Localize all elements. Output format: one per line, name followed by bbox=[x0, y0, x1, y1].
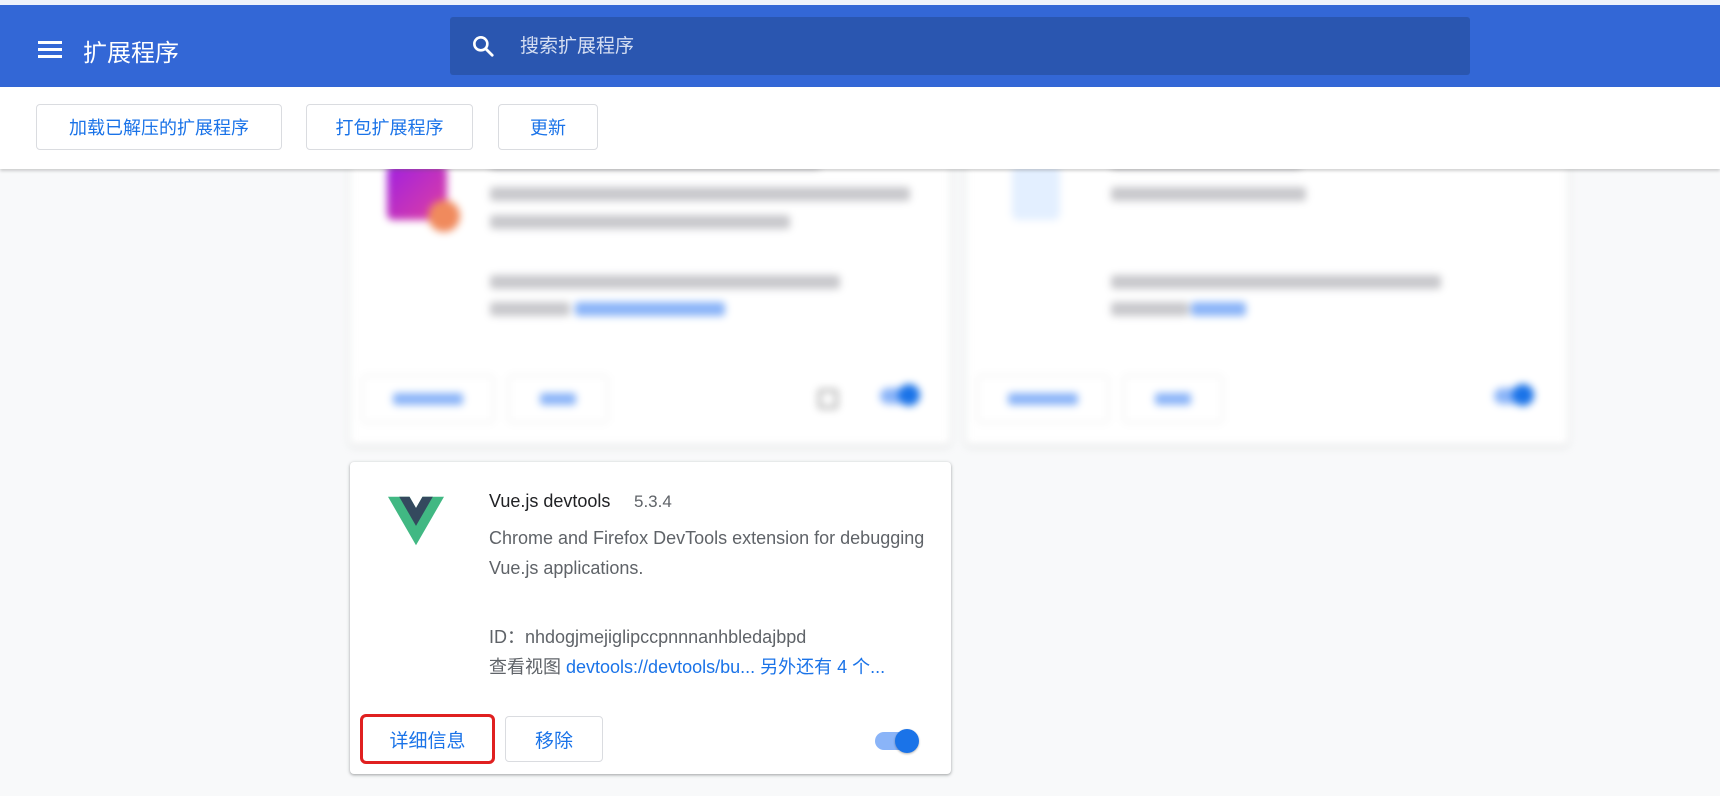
extension-icon bbox=[1012, 165, 1060, 220]
details-button[interactable]: 详细信息 bbox=[360, 714, 495, 764]
extension-id-value: nhdogjmejiglipccpnnnanhbledajbpd bbox=[525, 627, 807, 647]
enable-toggle[interactable] bbox=[875, 729, 919, 753]
toggle-knob bbox=[895, 729, 919, 753]
extension-card-blurred bbox=[350, 155, 950, 445]
vue-logo-icon bbox=[388, 496, 444, 546]
load-unpacked-button[interactable]: 加载已解压的扩展程序 bbox=[36, 104, 282, 150]
remove-button[interactable]: 移除 bbox=[505, 716, 603, 762]
update-button[interactable]: 更新 bbox=[498, 104, 598, 150]
extension-id: ID：nhdogjmejiglipccpnnnanhbledajbpd bbox=[489, 623, 806, 649]
inspect-views-label: 查看视图 bbox=[489, 657, 561, 677]
extension-card-blurred bbox=[966, 155, 1568, 445]
extension-icon-badge bbox=[428, 200, 460, 232]
search-box[interactable] bbox=[450, 17, 1470, 77]
extension-name: Vue.js devtools bbox=[489, 491, 611, 511]
search-icon bbox=[473, 36, 494, 57]
inspect-views: 查看视图 devtools://devtools/bu... 另外还有 4 个.… bbox=[489, 653, 885, 679]
errors-icon bbox=[818, 389, 838, 409]
search-input[interactable] bbox=[518, 17, 1452, 77]
extension-id-label: ID： bbox=[489, 627, 525, 647]
pack-extension-button[interactable]: 打包扩展程序 bbox=[306, 104, 473, 150]
extension-version: 5.3.4 bbox=[634, 492, 672, 511]
extension-card: Vue.js devtools 5.3.4 Chrome and Firefox… bbox=[350, 462, 951, 774]
app-header: 扩展程序 bbox=[0, 0, 1720, 87]
page-title: 扩展程序 bbox=[83, 40, 179, 67]
extension-description: Chrome and Firefox DevTools extension fo… bbox=[489, 528, 925, 578]
inspect-view-link[interactable]: devtools://devtools/bu... bbox=[566, 657, 755, 677]
more-views-link[interactable]: 另外还有 4 个... bbox=[760, 657, 885, 677]
hamburger-menu-icon[interactable] bbox=[34, 33, 66, 65]
toolbar: 加载已解压的扩展程序 打包扩展程序 更新 bbox=[0, 87, 1720, 169]
